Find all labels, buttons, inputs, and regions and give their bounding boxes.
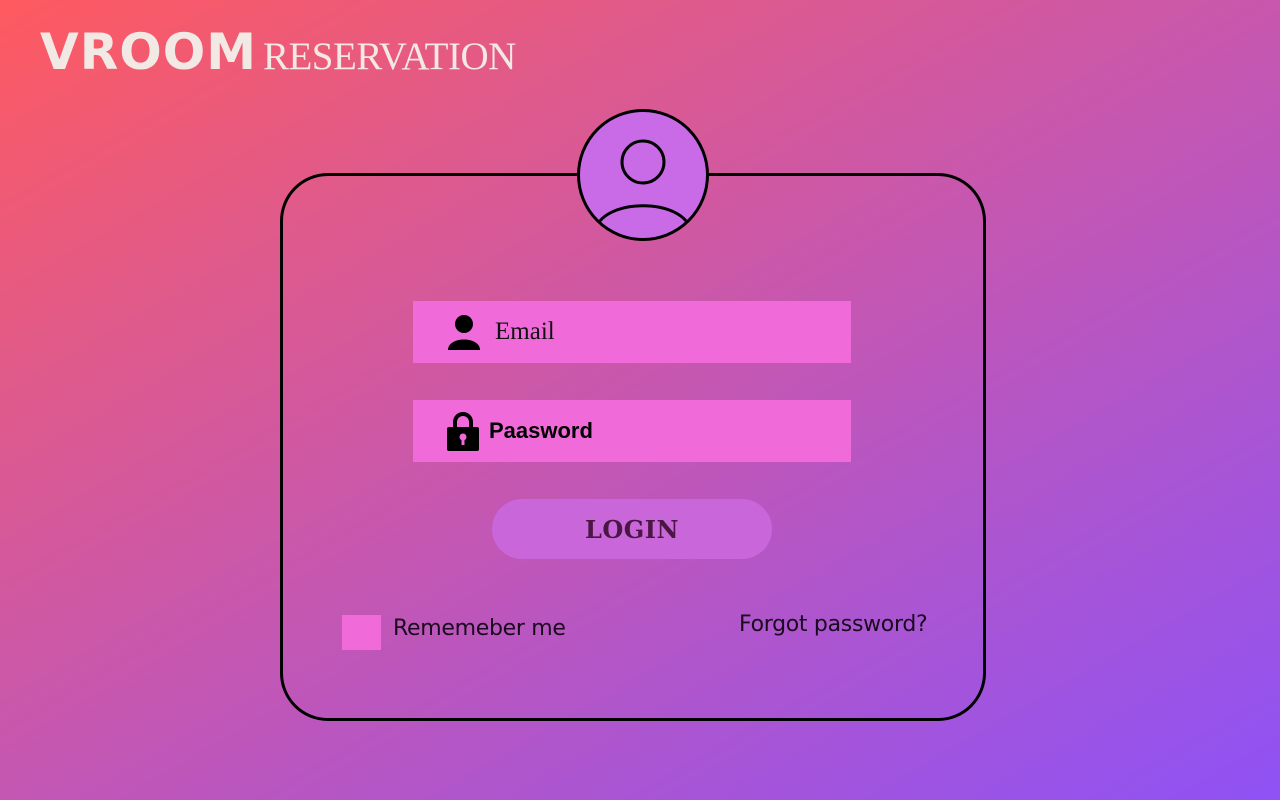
password-placeholder: Paasword: [489, 418, 593, 443]
login-button[interactable]: LOGIN: [492, 499, 772, 559]
password-field[interactable]: Paasword: [413, 400, 851, 462]
brand-logo: VROOM RESERVATION: [40, 26, 516, 83]
brand-subtitle: RESERVATION: [262, 35, 516, 78]
forgot-password-link[interactable]: Forgot password?: [739, 612, 928, 637]
user-circle-icon: [577, 109, 709, 241]
user-icon: [447, 314, 481, 350]
email-placeholder: Email: [495, 318, 555, 345]
remember-me-checkbox[interactable]: [342, 615, 381, 650]
lock-icon: [446, 411, 480, 451]
email-field[interactable]: Email: [413, 301, 851, 363]
brand-name: VROOM: [40, 23, 257, 81]
remember-me-label[interactable]: Rememeber me: [393, 616, 566, 641]
